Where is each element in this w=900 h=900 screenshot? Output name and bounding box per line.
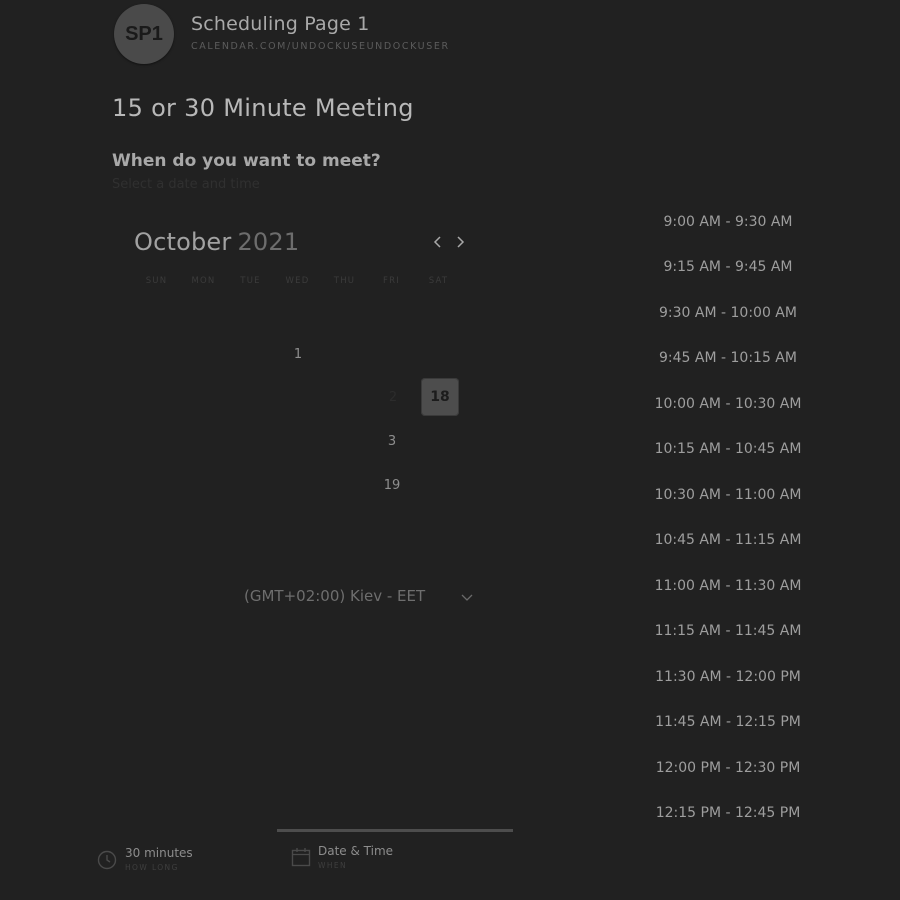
scheduling-page-url[interactable]: CALENDAR.COM/UNDOCKUSEUNDOCKUSER xyxy=(191,41,450,52)
datetime-step-title[interactable]: Date & Time xyxy=(318,844,393,858)
time-slot[interactable]: 9:30 AM - 10:00 AM xyxy=(640,291,816,335)
avatar: SP1 xyxy=(114,4,174,64)
time-slot[interactable]: 10:15 AM - 10:45 AM xyxy=(640,427,816,471)
time-slot[interactable]: 9:45 AM - 10:15 AM xyxy=(640,336,816,380)
time-slot[interactable]: 10:30 AM - 11:00 AM xyxy=(640,473,816,517)
time-slot[interactable]: 12:00 PM - 12:30 PM xyxy=(640,746,816,790)
weekday-sun: SUN xyxy=(145,276,168,286)
weekday-fri: FRI xyxy=(383,276,400,286)
calendar-day-selected[interactable]: 18 xyxy=(421,378,459,416)
weekday-tue: TUE xyxy=(240,276,261,286)
timezone-select[interactable]: (GMT+02:00) Kiev - EET xyxy=(244,587,425,605)
time-slot[interactable]: 11:15 AM - 11:45 AM xyxy=(640,609,816,653)
datetime-step-subtitle: WHEN xyxy=(318,861,348,870)
time-slot[interactable]: 10:00 AM - 10:30 AM xyxy=(640,382,816,426)
scheduling-page-title: Scheduling Page 1 xyxy=(191,13,370,35)
time-slot[interactable]: 11:00 AM - 11:30 AM xyxy=(640,564,816,608)
clock-icon xyxy=(97,850,117,870)
active-step-indicator xyxy=(277,829,513,832)
when-prompt: When do you want to meet? xyxy=(112,151,381,171)
calendar-header: October 2021 xyxy=(134,228,474,258)
meeting-title: 15 or 30 Minute Meeting xyxy=(112,94,414,122)
calendar-month: October xyxy=(134,228,232,256)
weekday-mon: MON xyxy=(191,276,216,286)
next-month-button[interactable] xyxy=(452,232,468,252)
scheduling-page: SP1 Scheduling Page 1 CALENDAR.COM/UNDOC… xyxy=(0,0,900,900)
calendar-day: 2 xyxy=(388,389,398,405)
time-slot[interactable]: 12:15 PM - 12:45 PM xyxy=(640,791,816,835)
calendar-day[interactable]: 19 xyxy=(373,466,411,504)
weekday-wed: WED xyxy=(285,276,310,286)
weekday-sat: SAT xyxy=(428,276,449,286)
duration-step-title[interactable]: 30 minutes xyxy=(125,846,193,860)
calendar-year: 2021 xyxy=(237,228,300,256)
time-slot[interactable]: 11:45 AM - 12:15 PM xyxy=(640,700,816,744)
prev-month-button[interactable] xyxy=(430,232,446,252)
when-prompt-subtitle: Select a date and time xyxy=(112,177,260,192)
chevron-down-icon[interactable] xyxy=(460,590,474,604)
duration-step-subtitle: HOW LONG xyxy=(125,863,179,872)
time-slot[interactable]: 11:30 AM - 12:00 PM xyxy=(640,655,816,699)
chevron-right-icon xyxy=(457,236,465,248)
time-slot[interactable]: 10:45 AM - 11:15 AM xyxy=(640,518,816,562)
weekday-thu: THU xyxy=(333,276,356,286)
time-slot[interactable]: 9:15 AM - 9:45 AM xyxy=(640,245,816,289)
calendar-icon xyxy=(291,848,311,867)
time-slot[interactable]: 9:00 AM - 9:30 AM xyxy=(640,200,816,244)
calendar-day[interactable]: 1 xyxy=(279,335,317,373)
chevron-left-icon xyxy=(433,236,441,248)
calendar-weekdays: SUN MON TUE WED THU FRI SAT xyxy=(133,276,463,288)
calendar-month-year: October 2021 xyxy=(134,228,299,256)
calendar-day[interactable]: 3 xyxy=(373,422,411,460)
